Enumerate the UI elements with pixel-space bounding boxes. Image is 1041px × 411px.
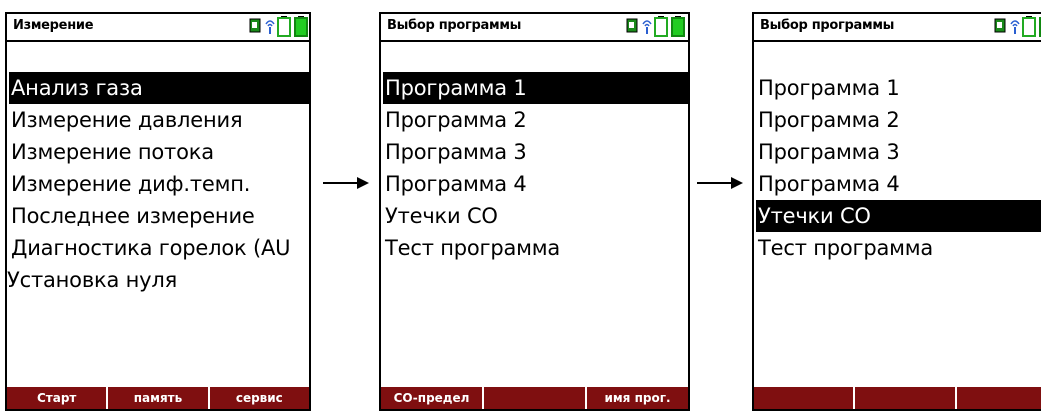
softkey-empty[interactable] <box>853 387 954 409</box>
menu-item-program-1[interactable]: Программа 1 <box>383 72 688 104</box>
menu-item-co-leak[interactable]: Утечки CO <box>756 200 1041 232</box>
menu-item-last-measurement[interactable]: Последнее измерение <box>9 200 309 232</box>
menu-item-program-3[interactable]: Программа 3 <box>756 136 1041 168</box>
arrow-right-icon <box>697 177 743 189</box>
softkey-empty[interactable] <box>754 387 853 409</box>
menu-item-program-4[interactable]: Программа 4 <box>383 168 688 200</box>
softkey-empty[interactable] <box>954 387 1041 409</box>
softkey-service[interactable]: сервис <box>207 387 309 409</box>
softkey-bar <box>754 387 1041 409</box>
arrow-right-icon <box>323 177 369 189</box>
battery-empty-icon <box>654 16 668 37</box>
probe-icon <box>626 18 638 33</box>
menu-item-test-program[interactable]: Тест программа <box>756 232 1041 264</box>
menu-item-flow[interactable]: Измерение потока <box>9 136 309 168</box>
probe-icon <box>994 18 1006 33</box>
battery-full-icon <box>671 16 685 37</box>
softkey-start[interactable]: Старт <box>7 387 106 409</box>
menu-item-burner-diagnostics[interactable]: Диагностика горелок (AU <box>9 232 309 264</box>
radio-signal-icon <box>642 20 652 34</box>
softkey-co-limit[interactable]: CO-предел <box>381 387 482 409</box>
softkey-bar: CO-предел имя прог. <box>381 387 688 409</box>
softkey-bar: Старт память сервис <box>7 387 309 409</box>
menu-item-pressure[interactable]: Измерение давления <box>9 104 309 136</box>
softkey-empty[interactable] <box>482 387 585 409</box>
screen-title: Измерение <box>13 18 94 33</box>
battery-empty-icon <box>277 16 291 37</box>
battery-full-icon <box>294 16 308 37</box>
screen-program-select-co: Выбор программы Программа 1 Программа 2 … <box>752 12 1041 411</box>
menu-item-zero-setting[interactable]: Установка нуля <box>7 264 309 296</box>
title-bar: Измерение <box>7 14 309 42</box>
menu-item-program-2[interactable]: Программа 2 <box>383 104 688 136</box>
menu-item-program-4[interactable]: Программа 4 <box>756 168 1041 200</box>
menu-item-diff-temp[interactable]: Измерение диф.темп. <box>9 168 309 200</box>
menu-item-test-program[interactable]: Тест программа <box>383 232 688 264</box>
softkey-program-name[interactable]: имя прог. <box>585 387 688 409</box>
menu-item-program-3[interactable]: Программа 3 <box>383 136 688 168</box>
title-bar: Выбор программы <box>381 14 688 42</box>
menu-item-program-1[interactable]: Программа 1 <box>756 72 1041 104</box>
battery-empty-icon <box>1022 16 1036 37</box>
radio-signal-icon <box>1010 20 1020 34</box>
screen-measurement: Измерение Анализ газа Измерение давления… <box>5 12 311 411</box>
menu-item-program-2[interactable]: Программа 2 <box>756 104 1041 136</box>
radio-signal-icon <box>265 20 275 34</box>
softkey-memory[interactable]: память <box>106 387 207 409</box>
probe-icon <box>249 18 261 33</box>
screen-title: Выбор программы <box>387 18 522 33</box>
status-icons <box>249 16 309 37</box>
screen-title: Выбор программы <box>760 18 895 33</box>
menu-item-co-leak[interactable]: Утечки CO <box>383 200 688 232</box>
status-icons <box>994 16 1041 37</box>
title-bar: Выбор программы <box>754 14 1041 42</box>
menu-item-gas-analysis[interactable]: Анализ газа <box>9 72 309 104</box>
status-icons <box>626 16 688 37</box>
screen-program-select: Выбор программы Программа 1 Программа 2 … <box>379 12 690 411</box>
